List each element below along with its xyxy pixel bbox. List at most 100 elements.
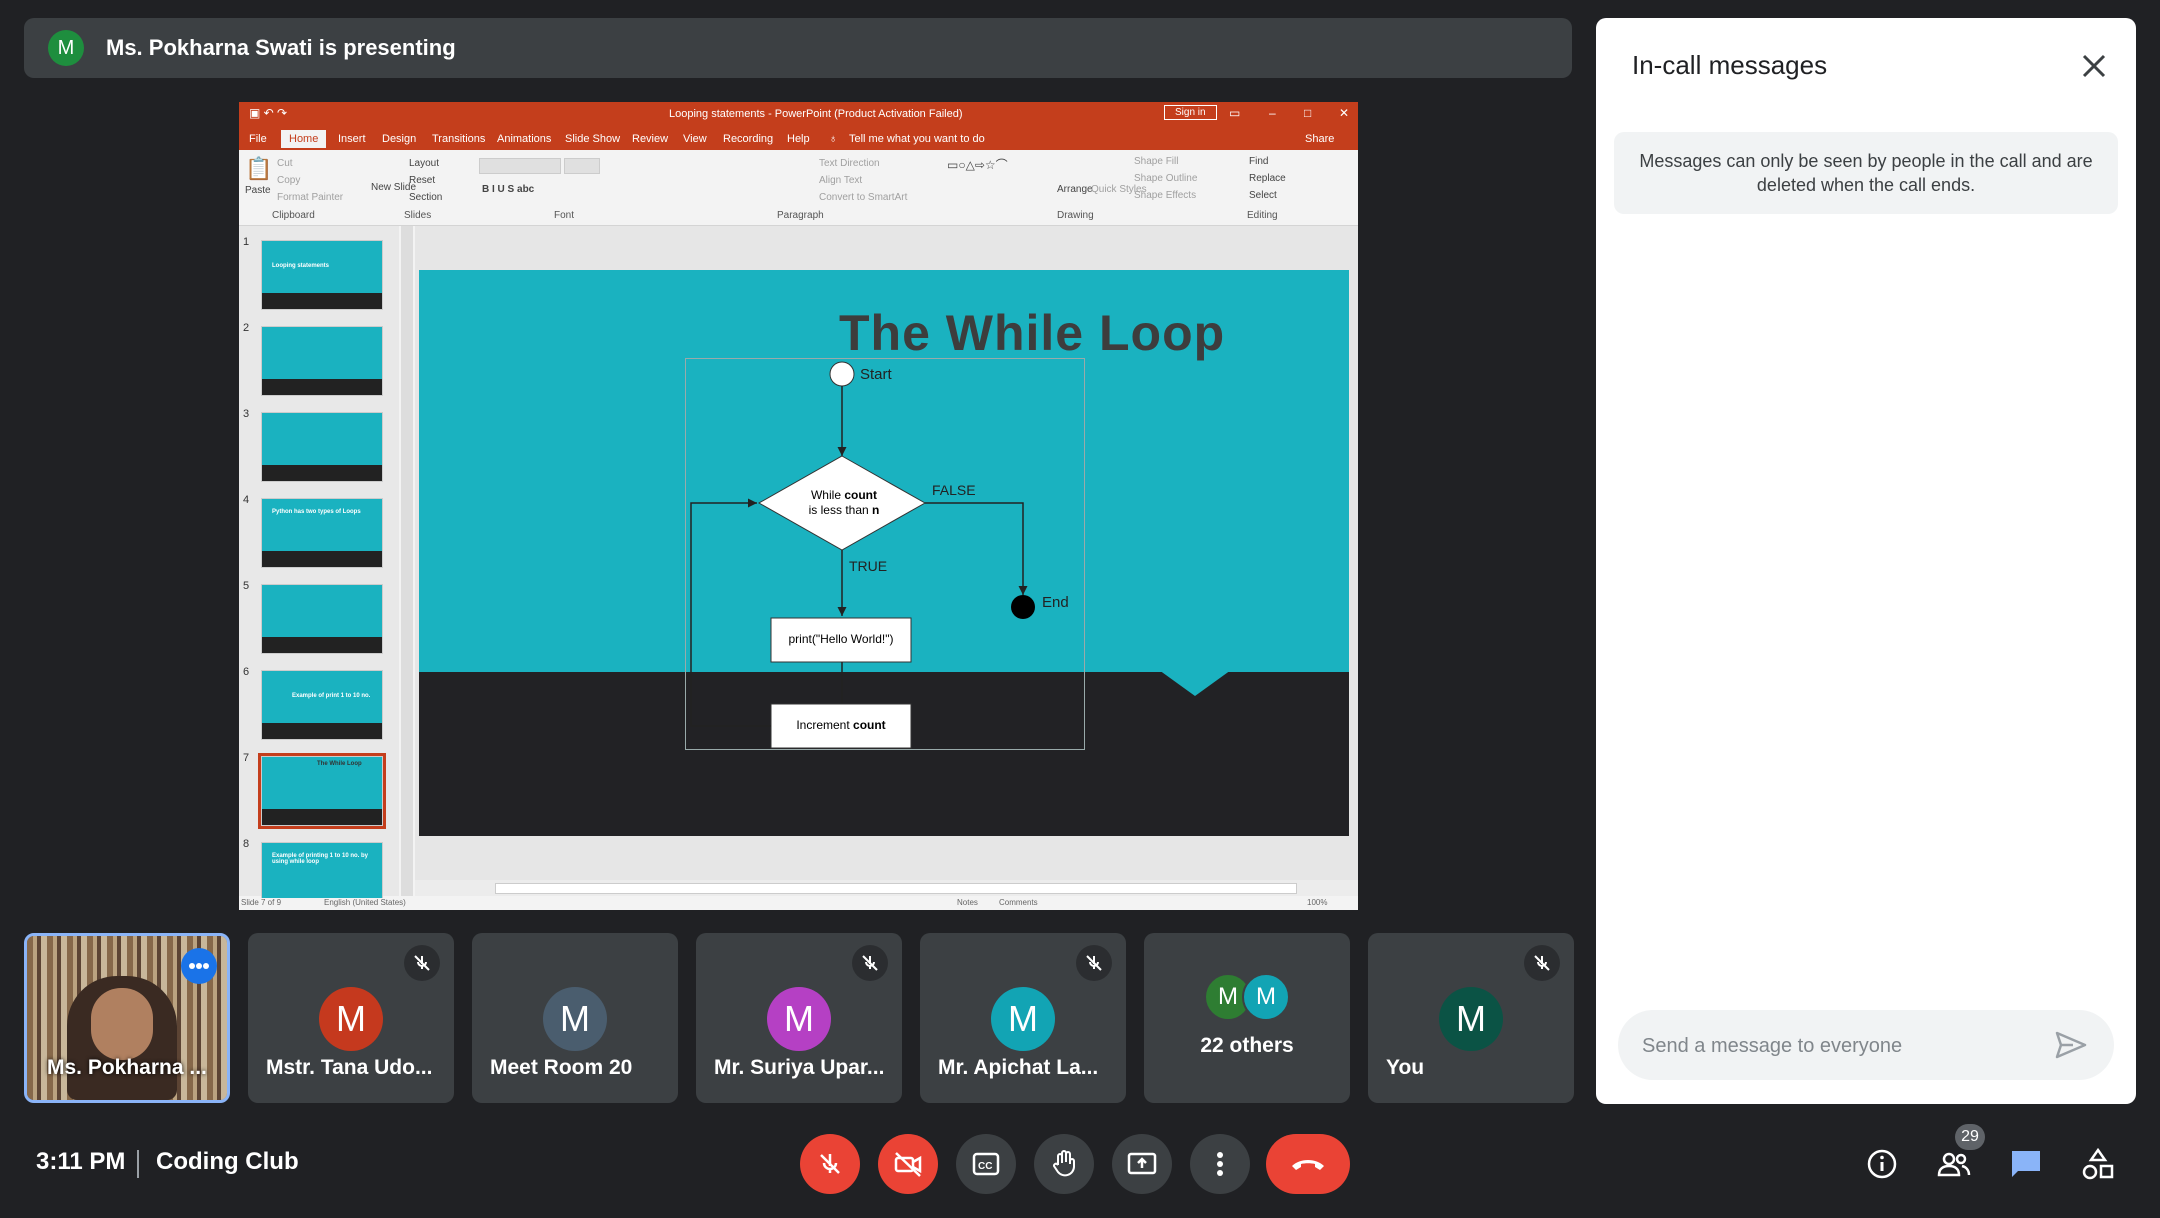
tab-animations[interactable]: Animations bbox=[497, 133, 551, 145]
cut-button[interactable]: Cut bbox=[277, 158, 293, 169]
start-node bbox=[829, 361, 855, 387]
convert-smartart-button[interactable]: Convert to SmartArt bbox=[819, 192, 907, 203]
divider bbox=[137, 1150, 139, 1178]
font-name-select[interactable] bbox=[479, 158, 561, 174]
tab-help[interactable]: Help bbox=[787, 133, 810, 145]
shape-outline-button[interactable]: Shape Outline bbox=[1134, 173, 1197, 184]
participant-tile-presenter[interactable]: Ms. Pokharna ... bbox=[24, 933, 230, 1103]
chat-button[interactable] bbox=[2006, 1144, 2046, 1184]
presenting-banner: M Ms. Pokharna Swati is presenting bbox=[24, 18, 1572, 78]
tab-slide-show[interactable]: Slide Show bbox=[565, 133, 620, 145]
chat-info-note: Messages can only be seen by people in t… bbox=[1614, 132, 2118, 214]
participant-tile[interactable]: M Meet Room 20 bbox=[472, 933, 678, 1103]
find-button[interactable]: Find bbox=[1249, 156, 1268, 167]
zoom-level[interactable]: 100% bbox=[1307, 898, 1327, 907]
tab-recording[interactable]: Recording bbox=[723, 133, 773, 145]
tab-file[interactable]: File bbox=[249, 133, 267, 145]
group-clipboard: Clipboard bbox=[272, 210, 315, 221]
maximize-icon[interactable]: □ bbox=[1304, 106, 1311, 120]
increment-bold: count bbox=[853, 718, 886, 732]
close-panel-button[interactable] bbox=[2076, 48, 2112, 84]
slide-thumbnail-selected[interactable]: The While Loop bbox=[258, 753, 386, 829]
thumb-title: Example of printing 1 to 10 no. by using… bbox=[272, 853, 369, 865]
tab-design[interactable]: Design bbox=[382, 133, 416, 145]
copy-button[interactable]: Copy bbox=[277, 175, 300, 186]
activities-button[interactable] bbox=[2078, 1144, 2118, 1184]
participant-avatar: M bbox=[1439, 987, 1503, 1051]
end-call-button[interactable] bbox=[1266, 1134, 1350, 1194]
align-text-button[interactable]: Align Text bbox=[819, 175, 862, 186]
replace-button[interactable]: Replace bbox=[1249, 173, 1286, 184]
tab-insert[interactable]: Insert bbox=[338, 133, 366, 145]
increment-text: Increment bbox=[796, 718, 854, 732]
paste-button[interactable]: Paste bbox=[245, 185, 271, 196]
send-button[interactable] bbox=[2052, 1026, 2090, 1064]
message-input[interactable] bbox=[1640, 1010, 2044, 1082]
participant-name: You bbox=[1386, 1056, 1425, 1079]
mic-toggle-button[interactable] bbox=[800, 1134, 860, 1194]
thumb-number: 8 bbox=[243, 838, 250, 850]
thumbnails-scrollbar[interactable] bbox=[401, 226, 413, 896]
shapes-gallery-icon[interactable]: ▭○△⇨☆⌒ bbox=[947, 156, 1008, 173]
participant-tile-self[interactable]: M You bbox=[1368, 933, 1574, 1103]
participant-avatar: M bbox=[543, 987, 607, 1051]
participant-tile[interactable]: M Mr. Suriya Upar... bbox=[696, 933, 902, 1103]
slide-thumbnail[interactable] bbox=[261, 326, 383, 396]
ribbon-display-icon[interactable]: ▭ bbox=[1229, 106, 1240, 120]
reset-button[interactable]: Reset bbox=[409, 175, 435, 186]
end-node bbox=[1011, 595, 1035, 619]
shape-effects-button[interactable]: Shape Effects bbox=[1134, 190, 1196, 201]
people-button[interactable] bbox=[1934, 1144, 1974, 1184]
send-icon bbox=[2055, 1031, 2087, 1059]
select-button[interactable]: Select bbox=[1249, 190, 1277, 201]
slide-thumbnail[interactable] bbox=[261, 412, 383, 482]
bold-button[interactable]: B I U S abc bbox=[482, 184, 534, 195]
format-painter-button[interactable]: Format Painter bbox=[277, 192, 343, 203]
activities-icon bbox=[2082, 1147, 2114, 1180]
more-options-button[interactable] bbox=[1190, 1134, 1250, 1194]
shape-fill-button[interactable]: Shape Fill bbox=[1134, 156, 1178, 167]
layout-button[interactable]: Layout bbox=[409, 158, 439, 169]
sign-in-button[interactable]: Sign in bbox=[1164, 105, 1217, 120]
more-vert-icon bbox=[1217, 1152, 1223, 1176]
participant-tile[interactable]: M Mr. Apichat La... bbox=[920, 933, 1126, 1103]
slide-thumbnail[interactable]: Python has two types of Loops bbox=[261, 498, 383, 568]
tab-review[interactable]: Review bbox=[632, 133, 668, 145]
horizontal-scrollbar[interactable] bbox=[415, 880, 1358, 896]
tell-me-search[interactable]: Tell me what you want to do bbox=[849, 133, 985, 145]
participant-tile[interactable]: M Mstr. Tana Udo... bbox=[248, 933, 454, 1103]
section-button[interactable]: Section bbox=[409, 192, 442, 203]
others-tile[interactable]: M M 22 others bbox=[1144, 933, 1350, 1103]
tab-transitions[interactable]: Transitions bbox=[432, 133, 485, 145]
tab-home[interactable]: Home bbox=[281, 130, 327, 148]
slide-thumbnail[interactable]: Example of print 1 to 10 no. bbox=[261, 670, 383, 740]
notes-button[interactable]: Notes bbox=[957, 898, 978, 907]
comments-button[interactable]: Comments bbox=[999, 898, 1038, 907]
close-window-icon[interactable]: ✕ bbox=[1339, 106, 1349, 120]
text-direction-button[interactable]: Text Direction bbox=[819, 158, 880, 169]
arrange-button[interactable]: Arrange bbox=[1057, 184, 1093, 195]
decision-text: is less than bbox=[808, 503, 873, 517]
speaking-indicator-icon bbox=[181, 948, 217, 984]
present-screen-button[interactable] bbox=[1112, 1134, 1172, 1194]
minimize-icon[interactable]: – bbox=[1269, 106, 1276, 120]
thumb-title: Python has two types of Loops bbox=[272, 509, 361, 515]
group-drawing: Drawing bbox=[1057, 210, 1094, 221]
share-button[interactable]: Share bbox=[1305, 133, 1334, 145]
slide-thumbnail[interactable] bbox=[261, 584, 383, 654]
tab-view[interactable]: View bbox=[683, 133, 707, 145]
meeting-details-button[interactable] bbox=[1862, 1144, 1902, 1184]
decision-bold: n bbox=[872, 503, 880, 517]
captions-button[interactable]: CC bbox=[956, 1134, 1016, 1194]
meeting-name: Coding Club bbox=[156, 1148, 299, 1175]
slide-thumbnail[interactable]: Looping statements bbox=[261, 240, 383, 310]
print-box-label: print("Hello World!") bbox=[788, 632, 894, 646]
decision-bold: count bbox=[844, 488, 877, 502]
thumb-title: Looping statements bbox=[272, 263, 330, 269]
font-size-select[interactable] bbox=[564, 158, 600, 174]
camera-toggle-button[interactable] bbox=[878, 1134, 938, 1194]
current-slide[interactable]: The While Loop Start While count is less … bbox=[419, 270, 1349, 836]
raise-hand-button[interactable] bbox=[1034, 1134, 1094, 1194]
thumb-number: 4 bbox=[243, 494, 250, 506]
paste-icon[interactable]: 📋 bbox=[245, 156, 272, 182]
